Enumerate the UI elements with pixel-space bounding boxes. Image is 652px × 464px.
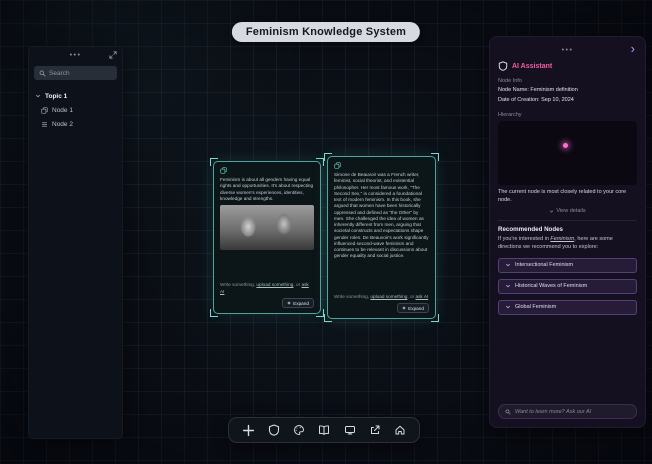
chevron-down-icon xyxy=(505,283,511,289)
add-node-button[interactable] xyxy=(242,424,255,437)
relation-text: The current node is most closely related… xyxy=(498,189,637,204)
library-button[interactable] xyxy=(318,424,330,436)
selection-corner xyxy=(324,153,332,161)
ask-ai-box[interactable] xyxy=(498,404,637,419)
card-type-icon xyxy=(334,162,429,169)
write-placeholder: Write something, upload something, or as… xyxy=(334,291,429,300)
selection-corner xyxy=(431,314,439,322)
recommendation-label: Historical Waves of Feminism xyxy=(515,283,587,289)
view-details-link[interactable]: View details xyxy=(498,208,637,214)
chevron-down-icon xyxy=(505,262,511,268)
recommendation-label: Intersectional Feminism xyxy=(515,262,573,268)
panel-expand-arrow[interactable]: › xyxy=(631,42,635,56)
tree-item-node-1[interactable]: Node 1 xyxy=(29,103,122,117)
sparkle-icon xyxy=(402,306,406,310)
selection-corner xyxy=(316,309,324,317)
tree-label: Node 2 xyxy=(52,121,73,128)
upload-link[interactable]: upload something xyxy=(256,282,293,287)
node-name: Node Name: Feminism definition xyxy=(498,87,637,94)
shield-logo-icon xyxy=(268,424,280,436)
node-card-feminism-definition[interactable]: Feminism is about all genders having equ… xyxy=(213,161,321,314)
assistant-panel: ••• › AI Assistant Node Info Node Name: … xyxy=(489,36,646,428)
intro-part1: If you're interested in xyxy=(498,236,550,242)
tree-item-node-2[interactable]: Node 2 xyxy=(29,117,122,131)
selection-corner xyxy=(324,314,332,322)
expand-button[interactable]: Expand xyxy=(282,298,314,308)
expand-button[interactable]: Expand xyxy=(397,303,429,313)
app-title: Feminism Knowledge System xyxy=(232,22,420,42)
intro-topic: Feminism xyxy=(550,236,574,242)
recommendation-global-feminism[interactable]: Global Feminism xyxy=(498,300,637,315)
current-node-dot[interactable] xyxy=(563,143,568,148)
book-icon xyxy=(318,424,330,436)
assistant-title: AI Assistant xyxy=(512,63,552,70)
monitor-icon xyxy=(344,424,356,436)
node-tree: Topic 1 Node 1 Node 2 xyxy=(29,89,122,131)
toolbar xyxy=(228,417,420,443)
expand-row: Expand xyxy=(334,303,429,313)
screen-button[interactable] xyxy=(344,424,356,436)
selection-corner xyxy=(210,309,218,317)
assistant-menu-dots[interactable]: ••• xyxy=(498,45,637,57)
home-button[interactable] xyxy=(394,424,406,436)
node-card-simone-de-beauvoir[interactable]: Simone de Beauvoir was a French writer, … xyxy=(327,156,436,319)
selection-corner xyxy=(431,153,439,161)
recommendation-label: Global Feminism xyxy=(515,304,556,310)
search-icon xyxy=(39,70,46,77)
tree-label: Node 1 xyxy=(52,107,73,114)
recommended-title: Recommended Nodes xyxy=(498,226,637,233)
assistant-logo-icon xyxy=(498,61,508,71)
card-text: Feminism is about all genders having equ… xyxy=(220,177,314,202)
recommendation-intersectional-feminism[interactable]: Intersectional Feminism xyxy=(498,258,637,273)
selection-corner xyxy=(210,158,218,166)
card-text: Simone de Beauvoir was a French writer, … xyxy=(334,172,429,260)
write-prefix: Write something, xyxy=(220,282,256,287)
sidebar: ••• Topic 1 Node 1 Node 2 xyxy=(28,46,123,439)
tree-item-topic-1[interactable]: Topic 1 xyxy=(29,89,122,103)
chevron-down-icon xyxy=(505,304,511,310)
plus-icon xyxy=(242,424,255,437)
ask-ai-input[interactable] xyxy=(515,409,630,415)
node-photo xyxy=(220,205,314,250)
palette-button[interactable] xyxy=(293,424,305,436)
creation-date: Date of Creation: Sep 10, 2024 xyxy=(498,97,637,104)
view-details-label: View details xyxy=(556,208,585,214)
selection-corner xyxy=(316,158,324,166)
search-box[interactable] xyxy=(34,66,117,80)
assistant-title-row: AI Assistant xyxy=(498,61,637,71)
collapse-panel-icon[interactable] xyxy=(109,51,117,59)
list-icon xyxy=(41,121,48,128)
share-button[interactable] xyxy=(369,424,381,436)
palette-icon xyxy=(293,424,305,436)
assistant-header: ••• › xyxy=(498,45,637,59)
hierarchy-viewport xyxy=(498,121,637,185)
logo-button[interactable] xyxy=(268,424,280,436)
recommendation-historical-waves[interactable]: Historical Waves of Feminism xyxy=(498,279,637,294)
sidebar-header: ••• xyxy=(29,47,122,65)
hierarchy-label: Hierarchy xyxy=(498,112,637,118)
search-icon xyxy=(505,409,511,415)
ask-ai-link[interactable]: ask AI xyxy=(415,294,428,299)
tree-label: Topic 1 xyxy=(45,93,67,100)
home-icon xyxy=(394,424,406,436)
write-prefix: Write something, xyxy=(334,294,370,299)
search-input[interactable] xyxy=(49,70,112,77)
expand-row: Expand xyxy=(220,298,314,308)
share-icon xyxy=(369,424,381,436)
expand-label: Expand xyxy=(293,301,309,306)
divider xyxy=(498,220,637,221)
chevron-down-icon xyxy=(549,209,554,214)
write-placeholder: Write something, upload something, or as… xyxy=(220,279,314,295)
expand-label: Expand xyxy=(408,306,424,311)
upload-link[interactable]: upload something xyxy=(370,294,407,299)
sparkle-icon xyxy=(287,301,291,305)
recommended-intro: If you're interested in Feminism, here a… xyxy=(498,236,637,251)
layers-icon xyxy=(41,107,48,114)
node-info-label: Node Info xyxy=(498,78,637,84)
chevron-down-icon xyxy=(35,93,41,99)
card-type-icon xyxy=(220,167,314,174)
